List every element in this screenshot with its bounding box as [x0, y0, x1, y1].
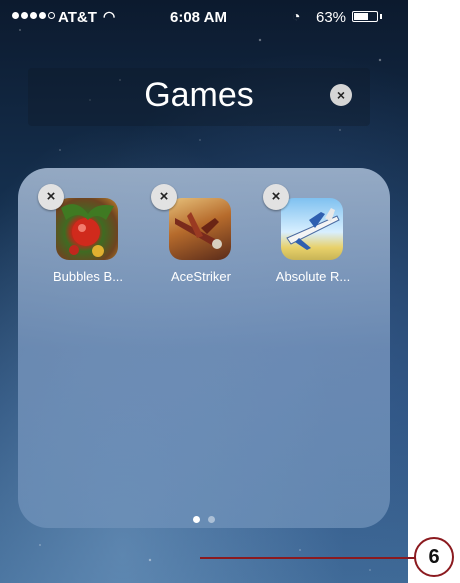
battery-cap [380, 14, 382, 19]
clear-title-button[interactable]: × [330, 84, 352, 106]
page-indicator[interactable] [18, 510, 390, 528]
status-time: 6:08 AM [170, 9, 227, 26]
delete-app-button[interactable]: × [38, 184, 64, 210]
battery-percentage: 63% [316, 9, 347, 26]
folder-title[interactable]: Games [28, 76, 370, 115]
iphone-screen: AT&T ◠ 6:08 AM ◔ 63% Games × × Bubbles B… [0, 0, 408, 583]
bubbles-game-icon[interactable] [56, 198, 118, 260]
battery-icon [352, 11, 378, 22]
page-dot-active[interactable] [193, 516, 200, 523]
app-label: Absolute R... [275, 269, 351, 284]
callout-line [200, 557, 415, 559]
status-bar: AT&T ◠ 6:08 AM ◔ 63% [0, 0, 408, 34]
folder-title-bar[interactable]: Games × [28, 68, 370, 126]
folder-panel: × Bubbles B... × AceStriker × Absolute R… [18, 168, 390, 528]
signal-strength-icon [12, 12, 55, 19]
fighter-plane-icon[interactable] [169, 198, 231, 260]
wifi-icon: ◠ [103, 8, 116, 24]
page-dot[interactable] [208, 516, 215, 523]
rc-airplane-icon[interactable] [281, 198, 343, 260]
callout-number: 6 [414, 537, 454, 577]
delete-app-button[interactable]: × [263, 184, 289, 210]
app-label: Bubbles B... [52, 269, 124, 284]
app-label: AceStriker [171, 269, 231, 284]
carrier-name: AT&T [58, 9, 97, 26]
delete-app-button[interactable]: × [151, 184, 177, 210]
rotation-lock-icon: ◔ [292, 8, 301, 24]
